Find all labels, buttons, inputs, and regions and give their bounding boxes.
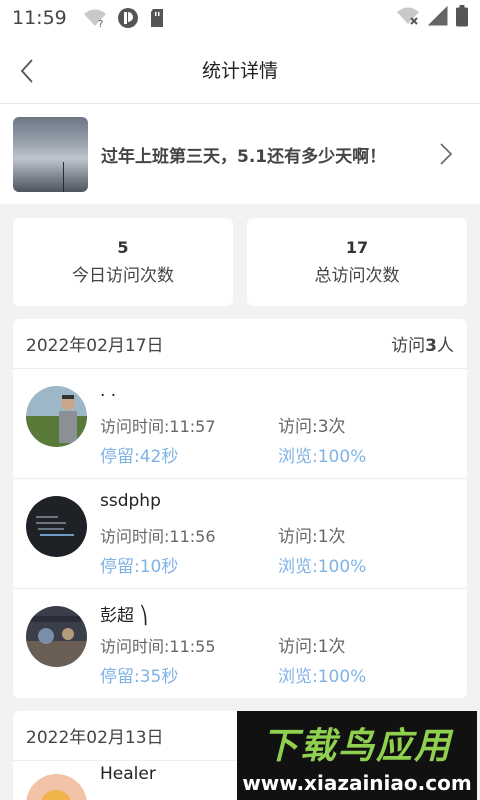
- visitor-name: . .: [100, 381, 117, 401]
- visitor-row[interactable]: . . 访问时间:11:57 访问:3次 停留:42秒 浏览:100%: [13, 369, 467, 479]
- visit-time: 访问时间:11:56: [100, 527, 216, 546]
- visitor-row[interactable]: ssdphp 访问时间:11:56 访问:1次 停留:10秒 浏览:100%: [13, 479, 467, 589]
- stat-total-label: 总访问次数: [314, 266, 400, 286]
- watermark-title: 下载鸟应用: [261, 725, 452, 767]
- browse-percent: 浏览:100%: [278, 557, 367, 577]
- stat-card-total: 17 总访问次数: [247, 218, 467, 306]
- visit-count: 访问:1次: [278, 527, 346, 547]
- day-card: 2022年02月17日 访问3人 . . 访问时间:11:57 访问:3次 停留…: [13, 319, 467, 698]
- visitor-row[interactable]: 彭超 ⎞ 访问时间:11:55 访问:1次 停留:35秒 浏览:100%: [13, 589, 467, 698]
- status-bar: 11:59 ?: [0, 0, 480, 36]
- avatar: [26, 386, 87, 447]
- chevron-right-icon: [439, 142, 459, 166]
- article-thumbnail: [13, 116, 88, 192]
- app-icon: [117, 7, 139, 29]
- stay-duration: 停留:10秒: [100, 557, 179, 577]
- browse-percent: 浏览:100%: [278, 667, 367, 687]
- avatar: [26, 496, 87, 557]
- count-suffix: 人: [437, 336, 454, 356]
- day-header: 2022年02月17日 访问3人: [13, 319, 467, 369]
- signal-icon: [427, 5, 448, 31]
- stay-duration: 停留:42秒: [100, 447, 179, 467]
- visit-time: 访问时间:11:55: [100, 637, 216, 656]
- article-title: 过年上班第三天，5.1还有多少天啊！: [101, 146, 387, 167]
- page-title: 统计详情: [201, 60, 278, 82]
- visit-time: 访问时间:11:57: [100, 417, 216, 436]
- svg-text:?: ?: [98, 19, 103, 28]
- visit-count: 访问:3次: [278, 417, 346, 437]
- stat-today-value: 5: [117, 238, 129, 257]
- browse-percent: 浏览:100%: [278, 447, 367, 467]
- stat-total-value: 17: [345, 238, 369, 257]
- watermark-banner: 下载鸟应用 www.xiazainiao.com: [237, 711, 477, 800]
- visit-count: 访问:1次: [278, 637, 346, 657]
- watermark-url: www.xiazainiao.com: [242, 770, 472, 795]
- back-button[interactable]: [20, 56, 46, 86]
- wifi-question-icon: ?: [83, 8, 107, 28]
- stat-today-label: 今日访问次数: [72, 266, 174, 286]
- tree-shape: [63, 161, 77, 192]
- visitor-name: ssdphp: [100, 491, 161, 511]
- stats-row: 5 今日访问次数 17 总访问次数: [13, 218, 467, 306]
- count-prefix: 访问: [391, 336, 426, 356]
- count-value: 3: [425, 336, 437, 356]
- avatar: [26, 774, 87, 800]
- stay-duration: 停留:35秒: [100, 667, 179, 687]
- stat-card-today: 5 今日访问次数: [13, 218, 233, 306]
- day-date: 2022年02月17日: [26, 336, 164, 356]
- avatar: [26, 606, 87, 667]
- sim-card-icon: [149, 8, 165, 28]
- battery-icon: [456, 4, 468, 32]
- visitor-name: Healer: [100, 764, 156, 784]
- chevron-left-icon: [20, 59, 33, 83]
- visitor-name: 彭超 ⎞: [100, 606, 148, 626]
- day-date: 2022年02月13日: [26, 728, 164, 748]
- wifi-off-icon: [396, 6, 420, 31]
- nav-bar: 统计详情: [0, 36, 480, 104]
- status-time: 11:59: [12, 7, 67, 29]
- article-row[interactable]: 过年上班第三天，5.1还有多少天啊！: [0, 104, 480, 204]
- day-visitor-count: 访问3人: [391, 331, 454, 356]
